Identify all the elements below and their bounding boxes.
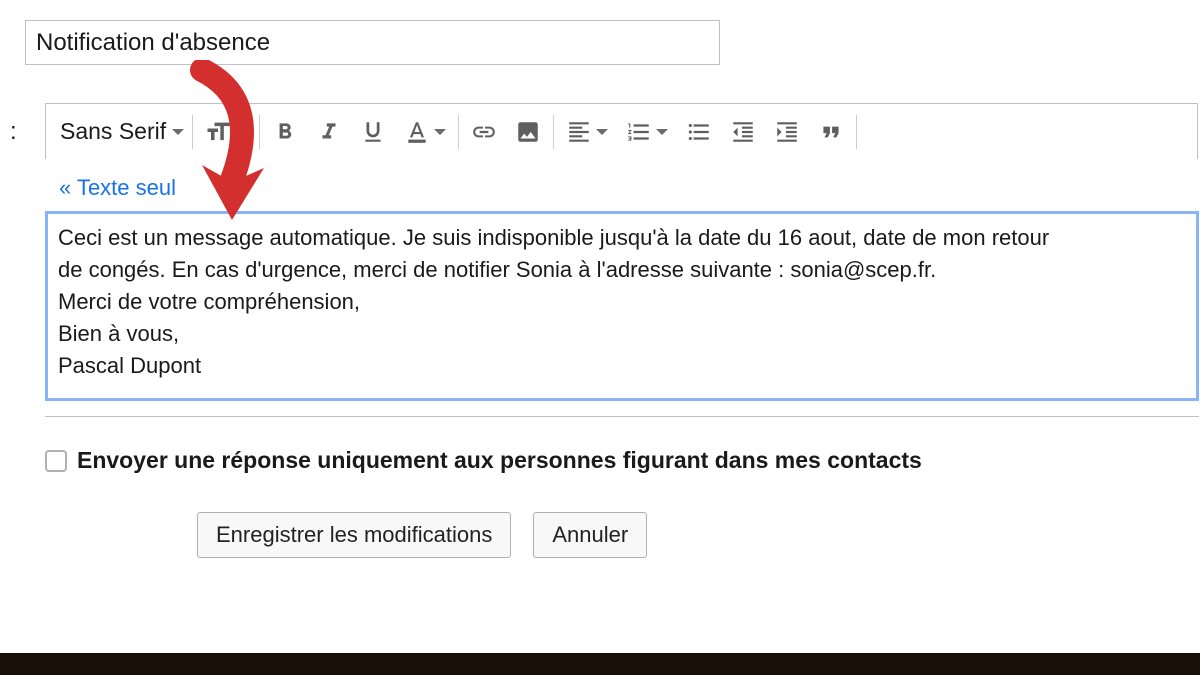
toolbar-divider [458,115,459,149]
message-line: Pascal Dupont [58,350,1186,382]
quote-icon [818,119,844,145]
align-dropdown[interactable] [558,111,616,153]
font-size-icon [204,118,232,146]
chevron-down-icon [172,129,184,135]
font-size-dropdown[interactable] [197,111,255,153]
bullet-list-button[interactable] [678,111,720,153]
indent-decrease-icon [730,119,756,145]
toolbar-divider [259,115,260,149]
message-line: Ceci est un message automatique. Je suis… [58,222,1186,254]
numbered-list-icon [626,119,652,145]
numbered-list-dropdown[interactable] [618,111,676,153]
align-left-icon [566,119,592,145]
chevron-down-icon [434,129,446,135]
message-line: Merci de votre compréhension, [58,286,1186,318]
link-icon [471,119,497,145]
image-button[interactable] [507,111,549,153]
message-line: Bien à vous, [58,318,1186,350]
italic-button[interactable] [308,111,350,153]
toolbar-divider [553,115,554,149]
font-family-dropdown[interactable]: Sans Serif [56,118,188,145]
image-icon [515,119,541,145]
italic-icon [316,119,342,145]
field-label-colon: : [10,118,17,146]
cancel-button[interactable]: Annuler [533,512,647,558]
indent-decrease-button[interactable] [722,111,764,153]
save-button[interactable]: Enregistrer les modifications [197,512,511,558]
toolbar-divider [192,115,193,149]
contacts-only-row: Envoyer une réponse uniquement aux perso… [45,447,1175,474]
bold-icon [272,119,298,145]
message-textarea[interactable]: Ceci est un message automatique. Je suis… [45,211,1199,401]
indent-increase-button[interactable] [766,111,808,153]
indent-increase-icon [774,119,800,145]
font-family-label: Sans Serif [60,118,166,145]
quote-button[interactable] [810,111,852,153]
contacts-only-checkbox[interactable] [45,450,67,472]
underline-button[interactable] [352,111,394,153]
subject-input[interactable] [25,20,720,65]
editor-bottom-border [45,401,1199,417]
message-line: de congés. En cas d'urgence, merci de no… [58,254,1186,286]
link-button[interactable] [463,111,505,153]
text-color-dropdown[interactable] [396,111,454,153]
chevron-down-icon [656,129,668,135]
text-only-link[interactable]: « Texte seul [45,159,1175,211]
action-buttons: Enregistrer les modifications Annuler [197,512,1175,558]
bullet-list-icon [686,119,712,145]
toolbar-divider [856,115,857,149]
chevron-down-icon [596,129,608,135]
contacts-only-label: Envoyer une réponse uniquement aux perso… [77,447,922,474]
formatting-toolbar: Sans Serif [45,103,1198,159]
chevron-down-icon [236,129,248,135]
underline-icon [360,119,386,145]
text-color-icon [404,119,430,145]
bold-button[interactable] [264,111,306,153]
bottom-dark-strip [0,653,1200,675]
